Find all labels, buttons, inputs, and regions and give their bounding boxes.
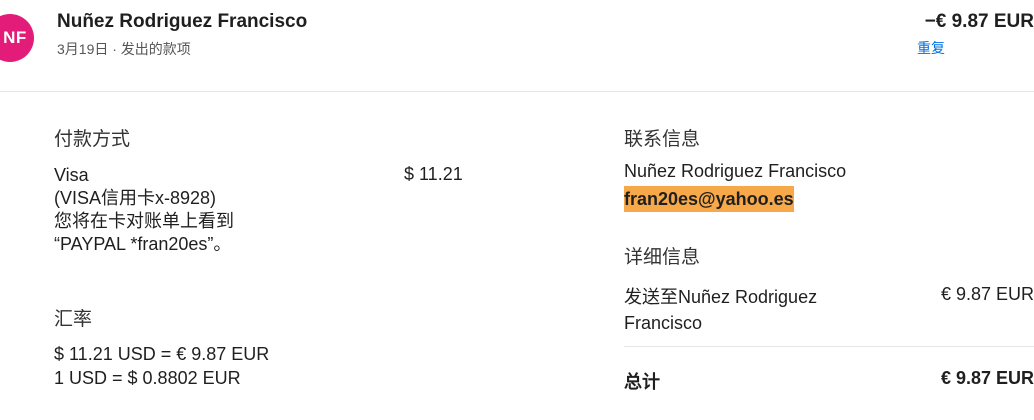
avatar-initials: NF: [3, 28, 27, 47]
contact-name: Nuñez Rodriguez Francisco: [624, 161, 847, 181]
sent-to-amount: € 9.87 EUR: [940, 284, 1034, 304]
transaction-header: NF Nuñez Rodriguez Francisco 3月19日 · 发出的…: [0, 0, 1034, 92]
contact-info-label: 联系信息: [624, 129, 701, 150]
payment-method-description: Visa (VISA信用卡x-8928) 您将在卡对账单上看到 “PAYPAL …: [54, 164, 354, 256]
exchange-rate-line: $ 11.21 USD = € 9.87 EUR: [54, 344, 270, 364]
payment-method-line: Visa: [54, 165, 89, 185]
payment-method-amount: $ 11.21: [404, 164, 463, 184]
exchange-rate-label: 汇率: [54, 309, 93, 330]
payment-method-line: 您将在卡对账单上看到: [54, 211, 234, 231]
repeat-link[interactable]: 重复: [917, 38, 945, 58]
transaction-detail-page: NF Nuñez Rodriguez Francisco 3月19日 · 发出的…: [0, 0, 1034, 420]
total-label: 总计: [624, 372, 660, 392]
contact-email[interactable]: fran20es@yahoo.es: [624, 186, 794, 212]
exchange-rate-values: $ 11.21 USD = € 9.87 EUR 1 USD = $ 0.880…: [54, 342, 269, 390]
merchant-name: Nuñez Rodriguez Francisco: [57, 11, 308, 32]
payment-method-line: (VISA信用卡x-8928): [54, 188, 217, 208]
header-divider: [0, 91, 1034, 92]
exchange-rate-line: 1 USD = $ 0.8802 EUR: [54, 368, 241, 388]
payment-method-label: 付款方式: [54, 129, 131, 150]
payment-method-line: “PAYPAL *fran20es”。: [54, 234, 232, 254]
avatar: NF: [0, 14, 34, 62]
total-amount: € 9.87 EUR: [940, 368, 1034, 388]
details-label: 详细信息: [624, 247, 701, 268]
details-divider: [624, 346, 1034, 347]
transaction-subline: 3月19日 · 发出的款项: [57, 41, 191, 57]
transaction-amount: −€ 9.87 EUR: [924, 11, 1034, 32]
sent-to-text: 发送至Nuñez Rodriguez Francisco: [624, 287, 818, 333]
